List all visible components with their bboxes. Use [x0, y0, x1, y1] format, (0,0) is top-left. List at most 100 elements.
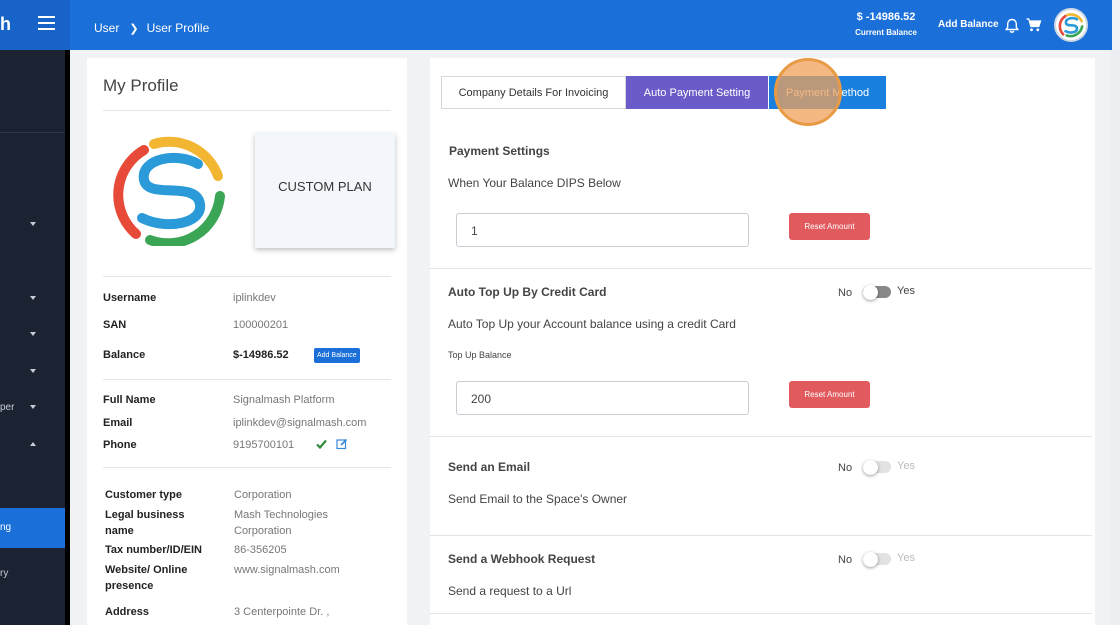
sidebar-item-active[interactable]: ng	[0, 508, 65, 548]
plan-label: CUSTOM PLAN	[278, 179, 372, 194]
balance-label: Balance	[103, 349, 146, 361]
toggle-knob	[863, 285, 878, 300]
chevron-down-icon	[30, 369, 36, 373]
divider	[103, 467, 391, 468]
user-avatar[interactable]	[1054, 8, 1088, 42]
website-value: www.signalmash.com	[234, 564, 340, 576]
breadcrumb: User ❯ User Profile	[94, 21, 209, 35]
payment-settings-card: Company Details For Invoicing Auto Payme…	[430, 58, 1095, 625]
address-value: 3 Centerpointe Dr. ,	[234, 606, 330, 618]
webhook-toggle[interactable]: No Yes	[838, 552, 928, 568]
username-value: iplinkdev	[233, 292, 276, 304]
toggle-track[interactable]	[863, 285, 891, 300]
sidebar-item-5[interactable]: per	[0, 399, 65, 419]
sidebar-border	[65, 50, 70, 625]
breadcrumb-user[interactable]: User	[94, 21, 119, 35]
page-title: My Profile	[103, 76, 179, 95]
email-label: Email	[103, 417, 133, 429]
tax-value: 86-356205	[234, 544, 287, 556]
add-balance-link[interactable]: Add Balance	[938, 19, 999, 30]
toggle-no-label: No	[838, 554, 853, 566]
balance-value: $-14986.52	[233, 349, 289, 361]
sidebar-divider	[0, 132, 65, 133]
webhook-desc: Send a request to a Url	[448, 584, 572, 598]
toggle-yes-label: Yes	[897, 460, 915, 472]
sidebar-item-2[interactable]	[0, 290, 65, 310]
website-label: Website/ Online presence	[105, 564, 188, 592]
current-balance: $ -14986.52 Current Balance	[850, 11, 922, 37]
chevron-right-icon: ❯	[129, 22, 139, 35]
legal-name-value: Mash Technologies Corporation	[234, 509, 328, 537]
chevron-down-icon	[30, 405, 36, 409]
address-label: Address	[105, 606, 150, 618]
toggle-no-label: No	[838, 287, 853, 299]
send-email-toggle[interactable]: No Yes	[838, 460, 928, 476]
toggle-track[interactable]	[863, 460, 891, 475]
edit-icon[interactable]	[336, 438, 348, 450]
webhook-title: Send a Webhook Request	[448, 552, 596, 566]
tab-company-details[interactable]: Company Details For Invoicing	[441, 76, 626, 109]
chevron-down-icon	[30, 222, 36, 226]
auto-topup-desc: Auto Top Up your Account balance using a…	[448, 317, 736, 331]
click-indicator	[774, 58, 842, 126]
topup-balance-input[interactable]: 200	[456, 381, 749, 415]
sidebar-item-1[interactable]	[0, 216, 65, 236]
divider	[103, 110, 391, 111]
cart-icon[interactable]	[1026, 18, 1042, 32]
menu-icon[interactable]	[38, 16, 55, 30]
chevron-down-icon	[30, 332, 36, 336]
san-value: 100000201	[233, 319, 289, 331]
email-value: iplinkdev@signalmash.com	[233, 417, 367, 429]
reset-amount-button[interactable]: Reset Amount	[789, 213, 870, 240]
company-logo-icon	[113, 136, 225, 246]
sidebar-item-4[interactable]	[0, 363, 65, 383]
toggle-track[interactable]	[863, 552, 891, 567]
add-balance-button[interactable]: Add Balance	[314, 348, 360, 363]
current-balance-amount: $ -14986.52	[856, 11, 916, 23]
top-bar: h User ❯ User Profile $ -14986.52 Curren…	[0, 0, 1120, 50]
tax-label: Tax number/ID/EIN	[105, 544, 202, 556]
dips-below-label: When Your Balance DIPS Below	[448, 176, 621, 190]
divider	[430, 535, 1092, 536]
scrollbar-track[interactable]	[1110, 50, 1120, 625]
auto-topup-toggle[interactable]: No Yes	[838, 285, 928, 301]
top-bar-edge	[1112, 0, 1120, 50]
sidebar-item-label: ng	[0, 522, 12, 533]
toggle-yes-label: Yes	[897, 552, 915, 564]
customer-type-value: Corporation	[234, 489, 292, 501]
divider	[430, 436, 1092, 437]
phone-value: 9195700101	[233, 439, 295, 451]
divider	[430, 613, 1092, 614]
breadcrumb-user-profile: User Profile	[146, 21, 210, 35]
username-label: Username	[103, 292, 157, 304]
brand-logo[interactable]: h	[0, 0, 70, 50]
send-email-desc: Send Email to the Space's Owner	[448, 492, 628, 506]
toggle-yes-label: Yes	[897, 285, 915, 297]
sidebar-item-7[interactable]: ry	[0, 565, 65, 585]
divider	[103, 379, 391, 380]
payment-settings-title: Payment Settings	[449, 144, 550, 158]
san-label: SAN	[103, 319, 127, 331]
dips-below-input[interactable]: 1	[456, 213, 749, 247]
chevron-up-icon	[30, 442, 36, 446]
tab-auto-payment-setting[interactable]: Auto Payment Setting	[626, 76, 768, 109]
customer-type-label: Customer type	[105, 489, 183, 501]
signalmash-logo-icon	[1058, 13, 1084, 38]
toggle-knob	[863, 552, 878, 567]
chevron-down-icon	[30, 296, 36, 300]
full-name-value: Signalmash Platform	[233, 394, 335, 406]
brand-logo-text: h	[0, 14, 11, 34]
full-name-label: Full Name	[103, 394, 156, 406]
sidebar-item-3[interactable]	[0, 326, 65, 346]
sidebar-item-6[interactable]	[0, 436, 65, 456]
sidebar-item-label: ry	[0, 568, 9, 579]
send-email-title: Send an Email	[448, 460, 531, 474]
sidebar-item-label: per	[0, 402, 15, 413]
divider	[103, 276, 391, 277]
current-balance-label: Current Balance	[855, 28, 917, 37]
bell-icon[interactable]	[1004, 18, 1020, 34]
topup-balance-label: Top Up Balance	[448, 350, 512, 360]
reset-amount-button[interactable]: Reset Amount	[789, 381, 870, 408]
toggle-knob	[863, 460, 878, 475]
legal-name-label: Legal business name	[105, 509, 185, 537]
